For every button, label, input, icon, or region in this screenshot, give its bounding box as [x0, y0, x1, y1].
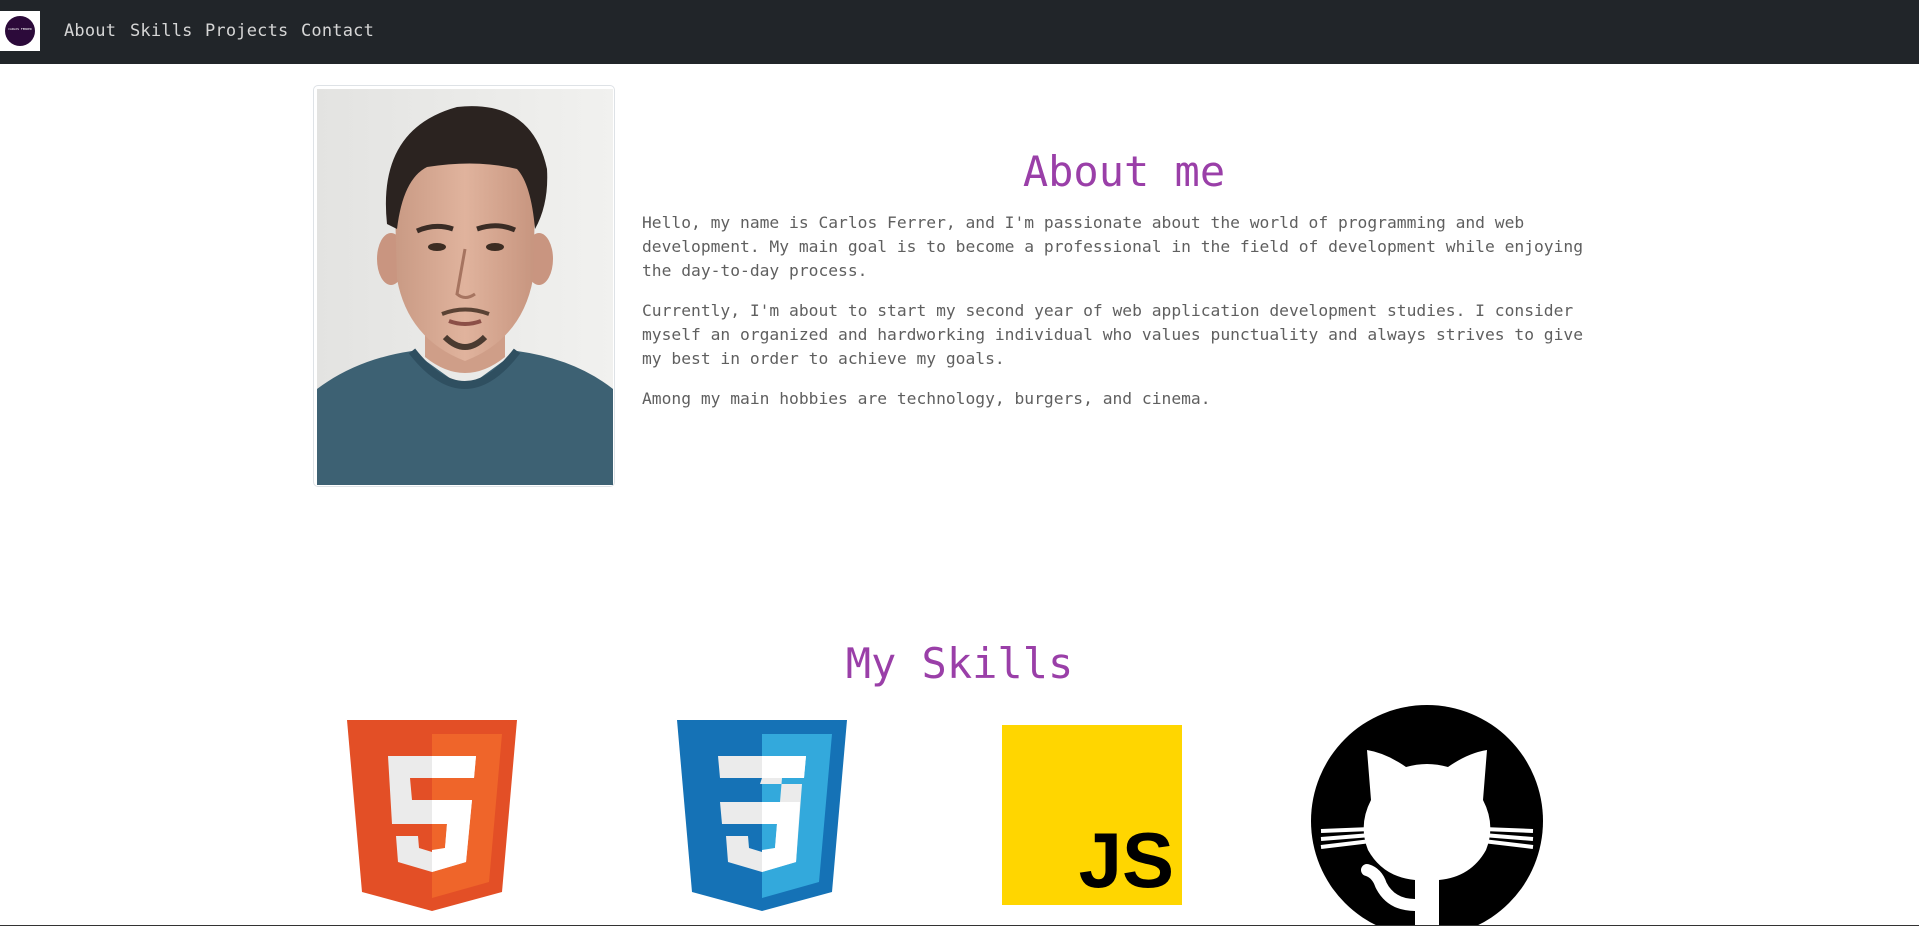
- profile-photo: [313, 85, 615, 487]
- github-icon: [1311, 705, 1543, 926]
- about-paragraph-2: Currently, I'm about to start my second …: [642, 301, 1584, 368]
- skills-title: My Skills: [845, 639, 1074, 688]
- about-paragraph-3: Among my main hobbies are technology, bu…: [642, 389, 1211, 408]
- about-title: About me: [1022, 147, 1226, 196]
- nav-link-projects[interactable]: Projects: [205, 20, 288, 42]
- nav-link-skills[interactable]: Skills: [130, 20, 193, 42]
- navbar: CARLOS FERRER About Skills Projects Cont…: [0, 0, 1919, 64]
- about-paragraph-1: Hello, my name is Carlos Ferrer, and I'm…: [642, 213, 1584, 280]
- logo-circle: CARLOS FERRER: [5, 16, 35, 46]
- nav-link-about[interactable]: About: [64, 20, 116, 42]
- html5-icon: [347, 720, 517, 911]
- nav-link-contact[interactable]: Contact: [301, 20, 374, 42]
- portrait-image: [317, 89, 613, 485]
- javascript-icon: JS: [1002, 725, 1182, 905]
- javascript-icon-label: JS: [1079, 816, 1174, 904]
- logo[interactable]: CARLOS FERRER: [0, 11, 40, 51]
- logo-text: CARLOS FERRER: [8, 27, 32, 31]
- css3-icon: [677, 720, 847, 911]
